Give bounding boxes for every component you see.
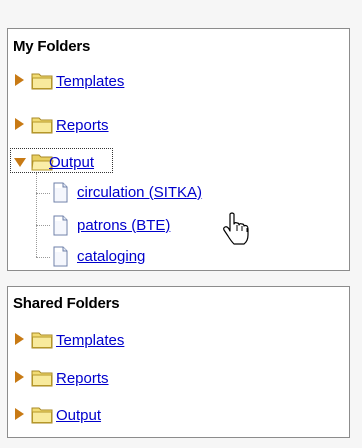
folder-icon bbox=[31, 117, 53, 134]
tree-connector-vertical bbox=[36, 173, 37, 257]
tree-connector-branch bbox=[36, 225, 50, 226]
hand-pointer-icon bbox=[223, 212, 249, 245]
triangle-right-icon[interactable] bbox=[15, 74, 24, 86]
tree-connector-branch bbox=[36, 193, 50, 194]
tree-connector-branch bbox=[36, 257, 50, 258]
triangle-right-icon[interactable] bbox=[15, 118, 24, 130]
document-icon bbox=[53, 182, 68, 203]
triangle-right-icon[interactable] bbox=[15, 333, 24, 345]
templates-link[interactable]: Templates bbox=[56, 73, 124, 90]
reports-link[interactable]: Reports bbox=[56, 117, 109, 134]
shared-reports-link[interactable]: Reports bbox=[56, 370, 109, 387]
folder-icon bbox=[31, 407, 53, 424]
shared-output-link[interactable]: Output bbox=[56, 407, 101, 424]
cataloging-link[interactable]: cataloging bbox=[77, 248, 145, 265]
folder-icon bbox=[31, 332, 53, 349]
document-icon bbox=[53, 215, 68, 236]
patrons-link[interactable]: patrons (BTE) bbox=[77, 217, 170, 234]
shared-folders-title: Shared Folders bbox=[13, 295, 120, 312]
folder-icon bbox=[31, 370, 53, 387]
folder-icon bbox=[31, 73, 53, 90]
document-icon bbox=[53, 246, 68, 267]
triangle-right-icon[interactable] bbox=[15, 371, 24, 383]
shared-folders-panel: Shared Folders Templates Reports Output bbox=[7, 286, 350, 438]
triangle-right-icon[interactable] bbox=[15, 408, 24, 420]
triangle-down-icon[interactable] bbox=[14, 158, 26, 167]
shared-templates-link[interactable]: Templates bbox=[56, 332, 124, 349]
my-folders-title: My Folders bbox=[13, 38, 91, 55]
my-folders-panel: My Folders Templates Reports Output circ… bbox=[7, 28, 350, 271]
output-link[interactable]: Output bbox=[49, 154, 94, 171]
circulation-link[interactable]: circulation (SITKA) bbox=[77, 184, 202, 201]
